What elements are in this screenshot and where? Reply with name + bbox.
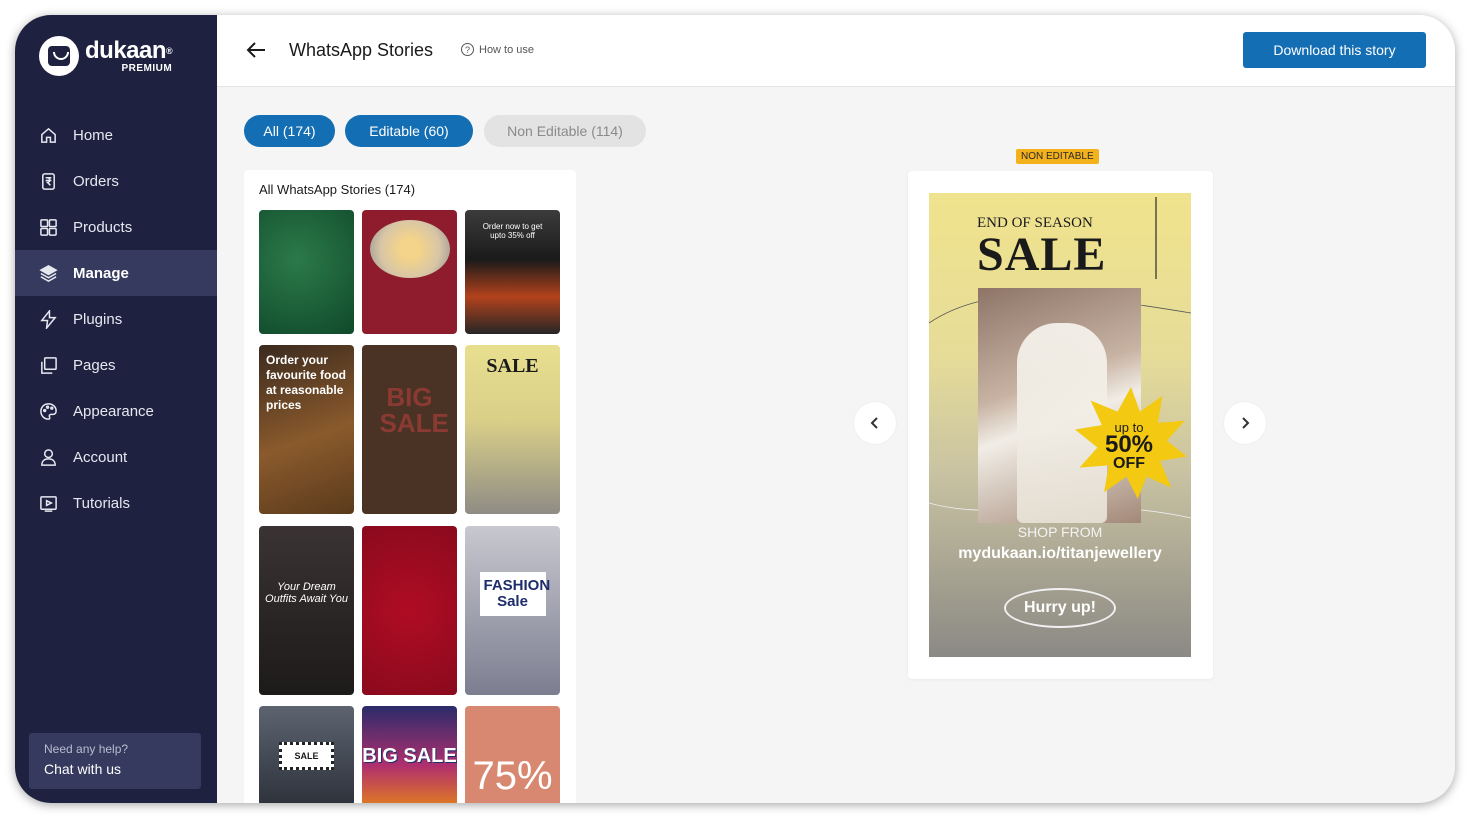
orders-icon [38, 171, 58, 191]
sidebar-item-label: Manage [73, 264, 129, 282]
bolt-icon [38, 309, 58, 329]
back-arrow-icon[interactable] [245, 39, 267, 61]
discount-off: OFF [1113, 455, 1145, 472]
filter-all[interactable]: All (174) [244, 115, 335, 147]
sidebar-item-label: Appearance [73, 402, 154, 420]
filter-editable[interactable]: Editable (60) [345, 115, 473, 147]
chevron-left-icon [870, 417, 878, 429]
thumbnail-caption: FASHION Sale [479, 571, 550, 616]
sidebar-item-home[interactable]: Home [15, 112, 217, 158]
thumbnail-caption: SALE [279, 742, 334, 770]
chevron-right-icon [1242, 417, 1250, 429]
sidebar-item-label: Orders [73, 172, 119, 190]
non-editable-badge: NON EDITABLE [1016, 149, 1099, 164]
thumbnail-caption: BIG SALE [379, 381, 449, 438]
sidebar-item-orders[interactable]: Orders [15, 158, 217, 204]
user-icon [38, 447, 58, 467]
decorative-line [1155, 197, 1157, 279]
palette-icon [38, 401, 58, 421]
store-url: mydukaan.io/titanjewellery [958, 545, 1162, 562]
story-thumbnail[interactable] [362, 526, 457, 695]
story-thumbnail[interactable]: BIG SALE [362, 706, 457, 803]
thumbnail-caption: SALE [486, 355, 539, 377]
story-thumbnail[interactable]: 75% [465, 706, 560, 803]
discount-value: 50% [1104, 431, 1154, 458]
sidebar-item-products[interactable]: Products [15, 204, 217, 250]
sidebar-item-label: Pages [73, 356, 116, 374]
sidebar-item-label: Plugins [73, 310, 123, 328]
brand-logo[interactable]: dukaan® PREMIUM [39, 36, 173, 76]
sidebar-item-account[interactable]: Account [15, 434, 217, 480]
stories-panel-title: All WhatsApp Stories (174) [259, 182, 416, 197]
sidebar-item-tutorials[interactable]: Tutorials [15, 480, 217, 526]
thumbnail-caption: BIG SALE [362, 744, 457, 767]
thumbnail-caption: Order now to get upto 35% off [482, 222, 543, 240]
chat-with-us-link[interactable]: Chat with us [44, 761, 201, 777]
story-thumbnail[interactable]: FASHION Sale [465, 526, 560, 695]
page-title: WhatsApp Stories [289, 40, 434, 60]
layers-icon [38, 263, 58, 283]
how-to-use-label: How to use [479, 43, 535, 56]
story-thumbnail[interactable]: BIG SALE [362, 345, 457, 514]
stories-panel: All WhatsApp Stories (174) Order now to … [244, 170, 576, 803]
story-thumbnail[interactable]: SALE [259, 706, 354, 803]
hurry-up-badge: Hurry up! [1004, 588, 1116, 628]
story-thumbnail[interactable]: SALE [465, 345, 560, 514]
help-chat-box[interactable]: Need any help? Chat with us [29, 733, 201, 789]
sidebar-item-label: Products [73, 218, 133, 236]
sidebar-item-appearance[interactable]: Appearance [15, 388, 217, 434]
sidebar-item-plugins[interactable]: Plugins [15, 296, 217, 342]
sidebar: dukaan® PREMIUM Home Orders Products Man… [15, 15, 217, 803]
story-thumbnail[interactable] [259, 210, 354, 334]
next-story-button[interactable] [1224, 402, 1266, 444]
filter-non-editable[interactable]: Non Editable (114) [484, 115, 646, 147]
story-thumbnail[interactable]: Order now to get upto 35% off [465, 210, 560, 334]
discount-label: up to 50% OFF [1099, 421, 1159, 472]
download-story-button[interactable]: Download this story [1243, 32, 1426, 68]
sidebar-item-label: Tutorials [73, 494, 130, 512]
sidebar-item-label: Account [73, 448, 128, 466]
thumbnail-caption: Your Dream Outfits Await You [265, 580, 348, 605]
play-icon [38, 493, 58, 513]
brand-reg: ® [166, 45, 173, 56]
story-thumbnail[interactable] [362, 210, 457, 334]
sidebar-item-label: Home [73, 126, 114, 144]
pages-icon [38, 355, 58, 375]
products-icon [38, 217, 58, 237]
how-to-use-link[interactable]: ? How to use [461, 43, 534, 56]
shop-from-label: SHOP FROM [1017, 524, 1103, 540]
story-thumbnail[interactable]: Order your favourite food at reasonable … [259, 345, 354, 514]
help-question: Need any help? [44, 742, 129, 756]
home-icon [38, 125, 58, 145]
thali-plate-image [369, 220, 450, 278]
brand-tier: PREMIUM [121, 62, 173, 74]
brand-name: dukaan [85, 36, 167, 64]
sidebar-item-manage[interactable]: Manage [15, 250, 217, 296]
bag-icon [39, 36, 79, 76]
story-thumbnail[interactable]: Your Dream Outfits Await You [259, 526, 354, 695]
story-preview-card: END OF SEASON SALE up to 50% OFF SHOP FR… [908, 171, 1213, 679]
top-header: WhatsApp Stories ? How to use Download t… [217, 15, 1455, 87]
sidebar-item-pages[interactable]: Pages [15, 342, 217, 388]
previous-story-button[interactable] [854, 402, 896, 444]
thumbnail-caption: 75% [472, 753, 553, 798]
thumbnail-caption: Order your favourite food at reasonable … [266, 353, 346, 412]
app-window: dukaan® PREMIUM Home Orders Products Man… [15, 15, 1455, 803]
story-preview-image: END OF SEASON SALE up to 50% OFF SHOP FR… [929, 193, 1191, 657]
sidebar-nav: Home Orders Products Manage Plugins Page… [15, 112, 217, 526]
story-headline-large: SALE [977, 228, 1107, 281]
question-circle-icon: ? [461, 43, 474, 56]
